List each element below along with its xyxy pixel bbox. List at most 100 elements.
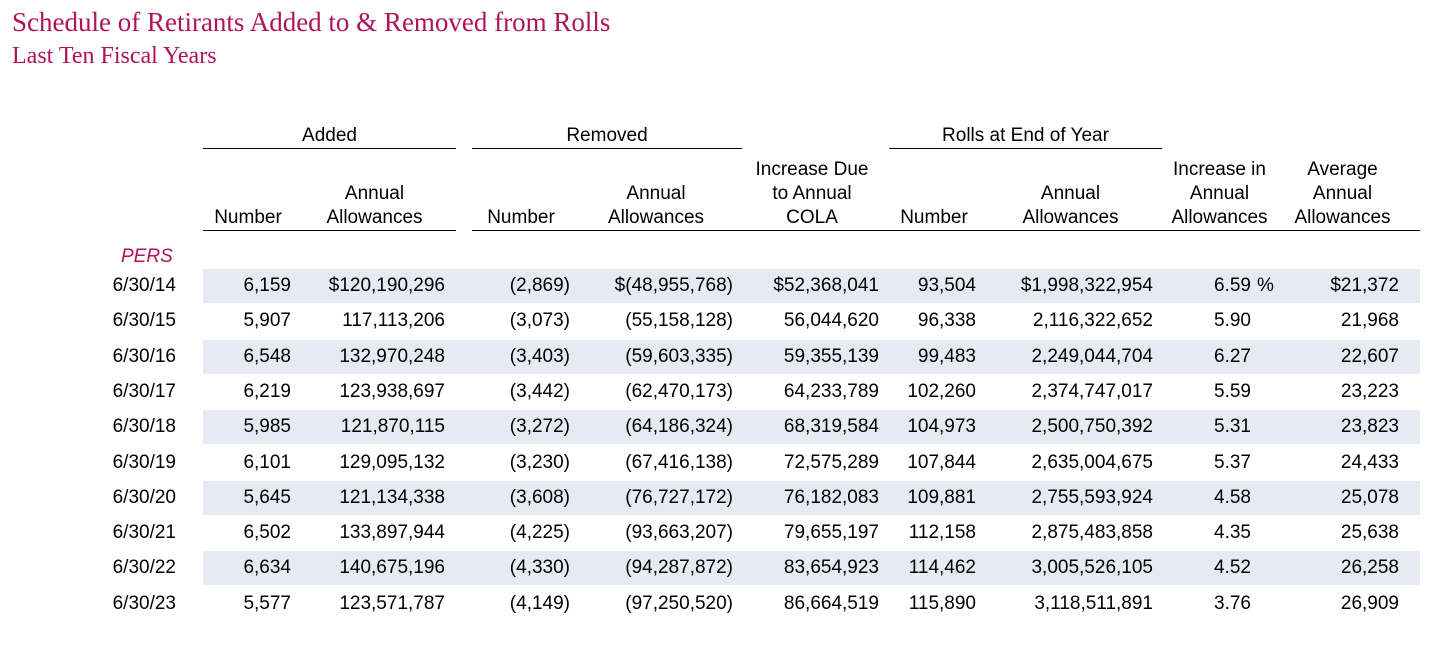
cell-removed-number: (3,442) (509, 380, 570, 402)
cell-added-number: 5,985 (243, 416, 291, 438)
column-header-line: Annual (626, 183, 686, 204)
cell-rolls-allowances: 2,116,322,652 (1032, 310, 1153, 332)
section-label-pers: PERS (121, 246, 173, 267)
cell-average: 24,433 (1340, 451, 1399, 473)
cell-increase-pct: 4.35 (1214, 522, 1251, 544)
column-header-rolls-number: Number (889, 160, 979, 231)
cell-year: 6/30/21 (112, 522, 176, 544)
cell-rolls-number: 102,260 (907, 380, 976, 402)
header-rule (1277, 230, 1285, 231)
cell-increase-pct: 5.59 (1214, 380, 1251, 402)
cell-removed-allowances: $(48,955,768) (614, 275, 733, 296)
cell-average: 23,223 (1340, 380, 1399, 402)
cell-rolls-number: 107,844 (907, 451, 976, 473)
cell-increase-pct: 5.31 (1214, 416, 1251, 438)
cell-year: 6/30/22 (112, 557, 176, 579)
column-header-added-allowances: Annual Allowances (293, 160, 456, 231)
cell-removed-allowances: (67,416,138) (625, 451, 733, 473)
column-header-line: Annual (1040, 183, 1101, 204)
column-header-rolls-allowances: Annual Allowances (979, 160, 1162, 231)
cell-rolls-number: 115,890 (908, 592, 976, 614)
cell-removed-number: (3,073) (509, 310, 570, 332)
cell-added-allowances: 140,675,196 (339, 557, 445, 579)
cell-added-number: 6,502 (243, 522, 291, 544)
cell-rolls-allowances: 2,500,750,392 (1031, 416, 1153, 438)
cell-rolls-number: 93,504 (917, 275, 976, 296)
cell-year: 6/30/14 (112, 275, 176, 296)
cell-removed-allowances: (93,663,207) (625, 522, 733, 544)
cell-removed-allowances: (64,186,324) (625, 416, 733, 438)
cell-cola: 83,654,923 (783, 557, 879, 579)
cell-year: 6/30/15 (112, 310, 176, 332)
header-rule (742, 230, 889, 231)
cell-removed-number: (4,330) (509, 557, 570, 579)
column-header-increase-pct: Increase in Annual Allowances (1162, 159, 1277, 231)
cell-pct-sign (1257, 551, 1277, 585)
cell-added-number: 5,577 (243, 592, 291, 614)
column-header-line: Number (487, 207, 555, 228)
cell-added-allowances: 121,134,338 (339, 486, 445, 508)
column-header-line: Allowances (326, 207, 423, 228)
cell-pct-sign (1257, 375, 1277, 409)
cell-pct-sign (1257, 340, 1277, 374)
cell-average: 25,638 (1340, 522, 1399, 544)
cell-removed-allowances: (59,603,335) (625, 345, 733, 367)
group-header-rolls: Rolls at End of Year (889, 124, 1162, 149)
cell-rolls-number: 104,973 (907, 416, 976, 438)
cell-average: 26,258 (1340, 557, 1399, 579)
cell-increase-pct: 4.58 (1214, 486, 1251, 508)
column-header-line: Increase in (1173, 159, 1266, 180)
cell-cola: 56,044,620 (783, 310, 879, 332)
cell-added-allowances: 132,970,248 (339, 345, 445, 367)
cell-average: 26,909 (1340, 592, 1399, 614)
cell-average: 25,078 (1340, 486, 1399, 508)
column-header-line: Number (214, 207, 282, 228)
cell-average: $21,372 (1330, 275, 1399, 296)
cell-rolls-number: 96,338 (917, 310, 976, 332)
cell-cola: 86,664,519 (783, 592, 879, 614)
cell-average: 23,823 (1340, 416, 1399, 438)
cell-added-number: 5,645 (243, 486, 291, 508)
cell-cola: 76,182,083 (783, 486, 879, 508)
cell-rolls-number: 112,158 (908, 522, 976, 544)
cell-increase-pct: 6.59 (1214, 275, 1251, 296)
cell-year: 6/30/16 (112, 345, 176, 367)
column-header-line: Increase Due (755, 159, 869, 180)
column-header-line: Number (900, 207, 968, 228)
cell-rolls-allowances: 2,249,044,704 (1031, 345, 1153, 367)
cell-rolls-number: 114,462 (908, 557, 976, 579)
cell-year: 6/30/23 (112, 592, 176, 614)
cell-pct-sign (1257, 304, 1277, 338)
column-header-line: Allowances (1022, 207, 1119, 228)
cell-pct-sign (1257, 516, 1277, 550)
cell-increase-pct: 4.52 (1214, 557, 1251, 579)
report-title: Schedule of Retirants Added to & Removed… (12, 7, 611, 37)
column-header-removed-number: Number (472, 160, 570, 231)
column-header-line: Annual (1312, 183, 1373, 204)
cell-rolls-allowances: 3,005,526,105 (1031, 557, 1153, 579)
column-header-line: COLA (786, 207, 838, 228)
cell-average: 21,968 (1340, 310, 1399, 332)
cell-year: 6/30/20 (112, 486, 176, 508)
cell-removed-number: (3,608) (509, 486, 570, 508)
cell-added-number: 6,548 (243, 345, 291, 367)
column-header-cola: Increase Due to Annual COLA (742, 159, 882, 231)
cell-cola: 64,233,789 (783, 380, 879, 402)
cell-added-number: 5,907 (243, 310, 291, 332)
cell-cola: 79,655,197 (783, 522, 879, 544)
group-header-added: Added (203, 124, 456, 149)
cell-pct-sign (1257, 410, 1277, 444)
cell-removed-number: (4,225) (509, 522, 570, 544)
cell-added-allowances: 129,095,132 (339, 451, 445, 473)
cell-cola: 68,319,584 (783, 416, 879, 438)
cell-average: 22,607 (1340, 345, 1399, 367)
column-header-line: to Annual (772, 183, 852, 204)
column-header-line: Allowances (1294, 207, 1391, 228)
cell-cola: 59,355,139 (783, 345, 879, 367)
cell-added-allowances: 117,113,206 (342, 310, 445, 332)
cell-cola: $52,368,041 (773, 275, 879, 296)
cell-rolls-number: 109,881 (907, 486, 976, 508)
report-subtitle: Last Ten Fiscal Years (12, 43, 217, 69)
group-header-removed: Removed (472, 124, 742, 149)
cell-year: 6/30/17 (112, 380, 176, 402)
